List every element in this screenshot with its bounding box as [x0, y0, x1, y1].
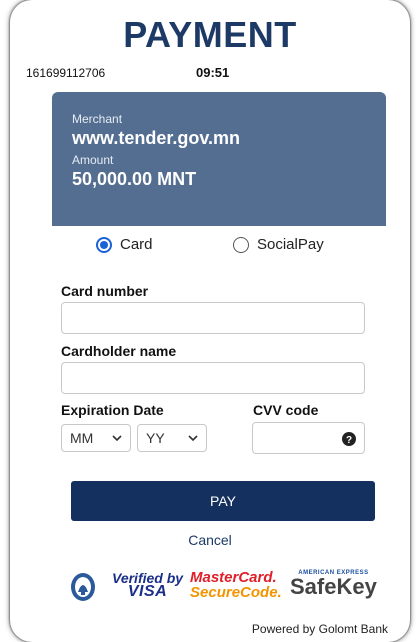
cardholder-name-label: Cardholder name	[61, 343, 177, 359]
countdown-timer: 09:51	[196, 65, 230, 80]
chevron-down-icon	[112, 435, 122, 442]
verified-by-visa-logo: Verified by VISA	[112, 571, 183, 600]
mastercard-securecode-logo: MasterCard. SecureCode.	[190, 570, 282, 600]
chevron-down-icon	[188, 435, 198, 442]
svg-text:?: ?	[346, 435, 352, 446]
safekey-text: SafeKey	[290, 574, 377, 599]
visa-text: VISA	[127, 583, 168, 600]
radio-unchecked-icon[interactable]	[233, 236, 249, 253]
cancel-link[interactable]: Cancel	[10, 532, 410, 548]
mastercard-text: MasterCard.	[190, 569, 277, 586]
pay-button[interactable]: PAY	[71, 481, 375, 521]
cardholder-name-input[interactable]	[61, 362, 365, 394]
expiration-year-select[interactable]: YY	[137, 424, 207, 452]
security-logos: Verified by VISA MasterCard. SecureCode.…	[70, 566, 380, 606]
payment-method-selector: Card SocialPay	[96, 236, 356, 256]
golomt-bank-logo-icon	[71, 573, 95, 601]
radio-socialpay-label: SocialPay	[257, 236, 324, 253]
radio-card[interactable]: Card	[96, 236, 153, 253]
powered-by-text: Powered by Golomt Bank	[251, 622, 388, 636]
amex-safekey-logo: AMERICAN EXPRESS SafeKey	[290, 570, 377, 598]
expiration-month-select[interactable]: MM	[61, 424, 131, 452]
merchant-value: www.tender.gov.mn	[72, 128, 241, 148]
securecode-text: SecureCode.	[190, 584, 282, 601]
help-icon[interactable]: ?	[342, 432, 356, 446]
expiration-year-value: YY	[146, 430, 165, 446]
expiration-month-value: MM	[70, 430, 94, 446]
cvv-label: CVV code	[253, 402, 319, 418]
radio-checked-icon[interactable]	[96, 236, 112, 253]
amount-value: 50,000.00 MNT	[72, 169, 197, 189]
transaction-id: 161699112706	[26, 66, 106, 80]
page-title: PAYMENT	[123, 14, 297, 55]
card-number-input[interactable]	[61, 302, 365, 334]
amount-label: Amount	[72, 153, 114, 167]
expiration-date-label: Expiration Date	[61, 402, 164, 418]
payment-card: PAYMENT 161699112706 09:51 Merchant www.…	[10, 0, 410, 642]
cvv-input[interactable]: ?	[252, 422, 365, 454]
radio-socialpay[interactable]: SocialPay	[233, 236, 324, 253]
radio-card-label: Card	[120, 236, 153, 253]
merchant-panel: Merchant www.tender.gov.mn Amount 50,000…	[52, 92, 386, 226]
card-number-label: Card number	[61, 283, 149, 299]
merchant-label: Merchant	[72, 112, 123, 126]
